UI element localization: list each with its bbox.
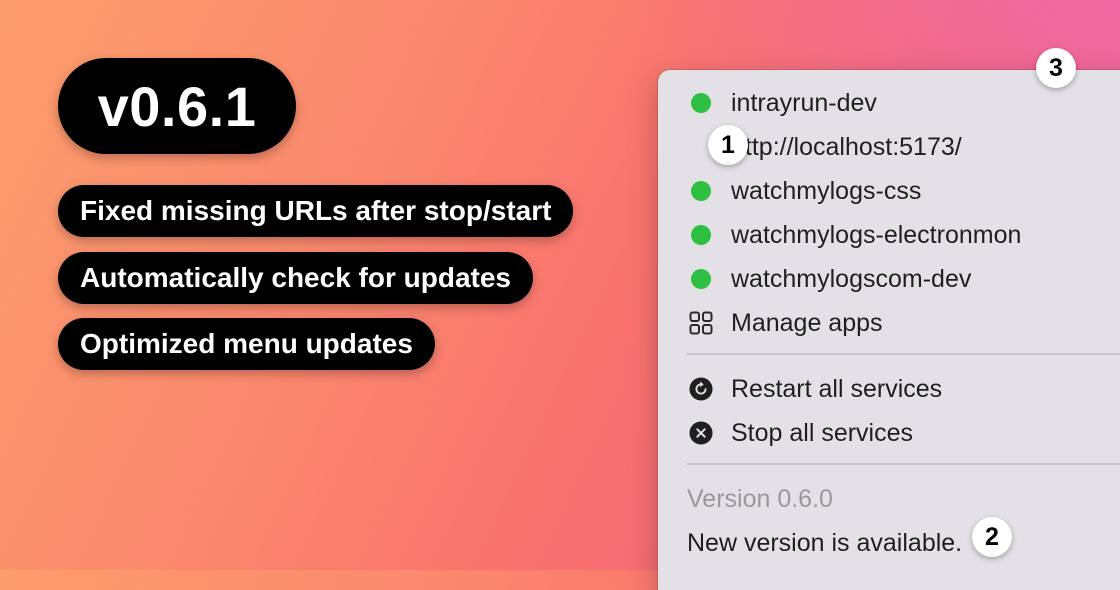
current-version-label: Version 0.6.0 — [687, 485, 833, 513]
menu-item-label: intrayrun-dev — [731, 88, 877, 117]
feature-pill-check-updates: Automatically check for updates — [58, 252, 534, 304]
menu-item-watchmylogscom-dev[interactable]: watchmylogscom-dev — [658, 257, 971, 301]
menu-item-label: Restart all services — [731, 374, 943, 403]
menu-item-label: Stop all services — [731, 418, 914, 447]
menu-item-label: watchmylogscom-dev — [731, 264, 972, 293]
status-dot-icon — [691, 181, 711, 201]
feature-pill-fixed-urls: Fixed missing URLs after stop/start — [58, 185, 574, 237]
grid-icon — [689, 311, 713, 335]
update-available-item[interactable]: New version is available. — [687, 529, 962, 558]
version-title: v0.6.1 — [58, 58, 296, 154]
menu-item-restart-all[interactable]: Restart all services — [658, 367, 942, 411]
status-dot-icon — [691, 269, 711, 289]
menu-divider — [686, 463, 1120, 465]
restart-icon — [689, 377, 713, 401]
menu-item-intrayrun-dev[interactable]: intrayrun-dev — [658, 81, 877, 125]
status-dot-icon — [691, 225, 711, 245]
menu-item-label: Manage apps — [731, 308, 883, 337]
stop-icon — [689, 421, 713, 445]
menu-item-manage-apps[interactable]: Manage apps — [658, 301, 883, 345]
feature-pill-menu-updates: Optimized menu updates — [58, 318, 435, 370]
menu-divider — [686, 353, 1120, 355]
callout-badge-1: 1 — [708, 125, 748, 165]
menu-item-label: watchmylogs-electronmon — [731, 220, 1022, 249]
status-dot-icon — [691, 93, 711, 113]
menu-item-label: watchmylogs-css — [731, 176, 922, 205]
menu-item-stop-all[interactable]: Stop all services — [658, 411, 913, 455]
menu-item-watchmylogs-electronmon[interactable]: watchmylogs-electronmon — [658, 213, 1021, 257]
callout-badge-2: 2 — [972, 517, 1012, 557]
app-url-label: http://localhost:5173/ — [731, 132, 962, 161]
menu-item-app-url[interactable]: http://localhost:5173/ — [658, 125, 962, 169]
menu-item-watchmylogs-css[interactable]: watchmylogs-css — [658, 169, 921, 213]
callout-badge-3: 3 — [1036, 48, 1076, 88]
